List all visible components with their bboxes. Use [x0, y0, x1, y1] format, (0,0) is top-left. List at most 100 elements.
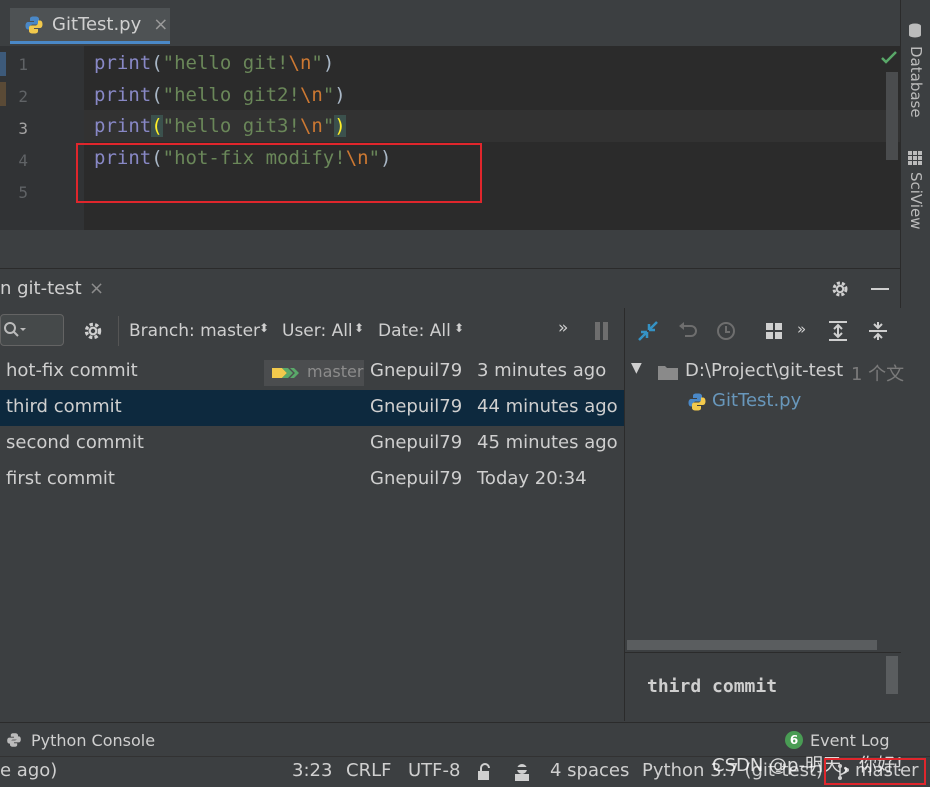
escape-seq: \n	[299, 84, 323, 106]
badge-label: master	[307, 362, 364, 381]
tree-expand-arrow-icon[interactable]: ▼	[631, 360, 642, 376]
editor-gutter: 1 2 3 4 5	[0, 46, 84, 230]
python-file-icon	[688, 393, 706, 411]
editor-scrollbar[interactable]	[886, 72, 898, 160]
tab-label: GitTest.py	[52, 14, 142, 35]
database-icon	[907, 22, 923, 38]
inspector-icon[interactable]	[512, 762, 532, 782]
gear-icon[interactable]	[830, 279, 850, 299]
commit-date: 45 minutes ago	[477, 432, 618, 453]
diff-arrows-icon[interactable]	[637, 320, 659, 342]
close-icon[interactable]: ×	[89, 278, 104, 299]
commit-date: 44 minutes ago	[477, 396, 618, 417]
file-encoding[interactable]: UTF-8	[408, 760, 460, 781]
chevron-updown-icon: ⬍	[354, 321, 365, 335]
line-number: 4	[18, 151, 28, 170]
paren: )	[334, 84, 346, 106]
tab-gittest-py[interactable]: GitTest.py ×	[10, 8, 170, 44]
paren-match: )	[334, 115, 346, 137]
commit-author: Gnepuil79	[370, 360, 463, 381]
pause-icon-bar	[603, 322, 608, 340]
commit-details: third commit	[624, 652, 901, 721]
line-number: 5	[18, 183, 28, 202]
commit-author: Gnepuil79	[370, 396, 463, 417]
builtin-name: print	[94, 115, 152, 137]
tree-file-label[interactable]: GitTest.py	[712, 390, 801, 411]
chevron-updown-icon: ⬍	[259, 321, 270, 335]
commit-author: Gnepuil79	[370, 468, 463, 489]
highlight-box	[76, 143, 482, 203]
minimize-icon[interactable]	[871, 288, 889, 290]
string-literal: "	[311, 52, 323, 74]
code-line-2[interactable]: print("hello git2!\n")	[94, 84, 346, 106]
string-literal: "	[322, 115, 335, 137]
database-tool-button[interactable]: Database	[907, 46, 925, 118]
event-count-badge: 6	[785, 731, 803, 749]
python-console-icon	[7, 733, 21, 747]
escape-seq: \n	[299, 115, 323, 137]
settings-gear-icon[interactable]	[82, 320, 104, 342]
git-panel-title[interactable]: n git-test	[0, 278, 82, 299]
tab-close-icon[interactable]: ×	[153, 14, 168, 35]
caret-position[interactable]: 3:23	[292, 760, 332, 781]
pause-icon[interactable]	[595, 322, 600, 340]
commit-message: third commit	[6, 396, 122, 417]
string-literal: "hello git3!	[162, 115, 300, 137]
string-literal: "	[322, 84, 335, 106]
commit-message: hot-fix commit	[6, 360, 138, 381]
changes-toolbar: »	[624, 308, 901, 354]
string-literal: "hello git2!	[162, 84, 300, 106]
lock-icon[interactable]	[476, 763, 494, 781]
group-by-icon[interactable]	[765, 322, 787, 342]
builtin-name: print	[94, 84, 152, 106]
date-filter[interactable]: Date: All	[378, 321, 451, 341]
history-icon[interactable]	[715, 320, 737, 342]
paren-match: (	[151, 115, 163, 137]
commit-row[interactable]: third commit Gnepuil79 44 minutes ago	[0, 390, 624, 426]
python-console-button[interactable]: Python Console	[31, 731, 155, 750]
sciview-icon	[908, 150, 922, 165]
horizontal-scrollbar[interactable]	[627, 640, 877, 650]
event-log-button[interactable]: Event Log	[810, 731, 890, 750]
commit-date: Today 20:34	[477, 468, 587, 489]
tag-icon	[272, 368, 299, 378]
search-input[interactable]	[0, 314, 64, 346]
paren: )	[322, 52, 335, 74]
line-number: 2	[18, 87, 28, 106]
folder-icon	[658, 366, 678, 380]
code-line-1[interactable]: print("hello git!\n")	[94, 52, 334, 74]
expand-all-icon[interactable]	[827, 320, 849, 342]
commit-author: Gnepuil79	[370, 432, 463, 453]
changed-files-tree: ▼ D:\Project\git-test 1 个文 GitTest.py	[624, 354, 904, 652]
details-scrollbar[interactable]	[886, 656, 898, 694]
right-tool-strip: Database SciView	[900, 0, 930, 720]
indent-setting[interactable]: 4 spaces	[550, 760, 629, 781]
status-bar: e ago) 3:23 CRLF UTF-8 4 spaces Python 3…	[0, 755, 930, 787]
branch-highlight-box	[824, 758, 926, 785]
paren: (	[151, 52, 163, 74]
commit-message: first commit	[6, 468, 115, 489]
line-number: 3	[18, 119, 28, 138]
user-filter[interactable]: User: All	[282, 321, 353, 341]
paren: (	[151, 84, 163, 106]
check-icon	[881, 51, 897, 64]
commit-date: 3 minutes ago	[477, 360, 607, 381]
line-number: 1	[18, 55, 28, 74]
collapse-all-icon[interactable]	[867, 320, 889, 342]
revert-icon[interactable]	[677, 320, 699, 342]
code-line-3[interactable]: print("hello git3!\n")	[94, 115, 346, 137]
more-icon[interactable]: »	[797, 320, 806, 338]
chevron-updown-icon: ⬍	[454, 321, 465, 335]
git-panel-header: n git-test ×	[0, 268, 900, 309]
branch-badge: master	[264, 360, 364, 386]
branch-filter[interactable]: Branch: master	[129, 321, 260, 341]
tree-root-label[interactable]: D:\Project\git-test	[685, 360, 843, 381]
commit-row[interactable]: first commit Gnepuil79 Today 20:34	[0, 462, 624, 498]
commit-message: second commit	[6, 432, 144, 453]
line-separator[interactable]: CRLF	[346, 760, 391, 781]
status-message: e ago)	[0, 760, 58, 781]
commit-row[interactable]: second commit Gnepuil79 45 minutes ago	[0, 426, 624, 462]
sciview-tool-button[interactable]: SciView	[907, 172, 925, 230]
more-actions-icon[interactable]: »	[558, 318, 568, 338]
python-file-icon	[25, 16, 43, 33]
